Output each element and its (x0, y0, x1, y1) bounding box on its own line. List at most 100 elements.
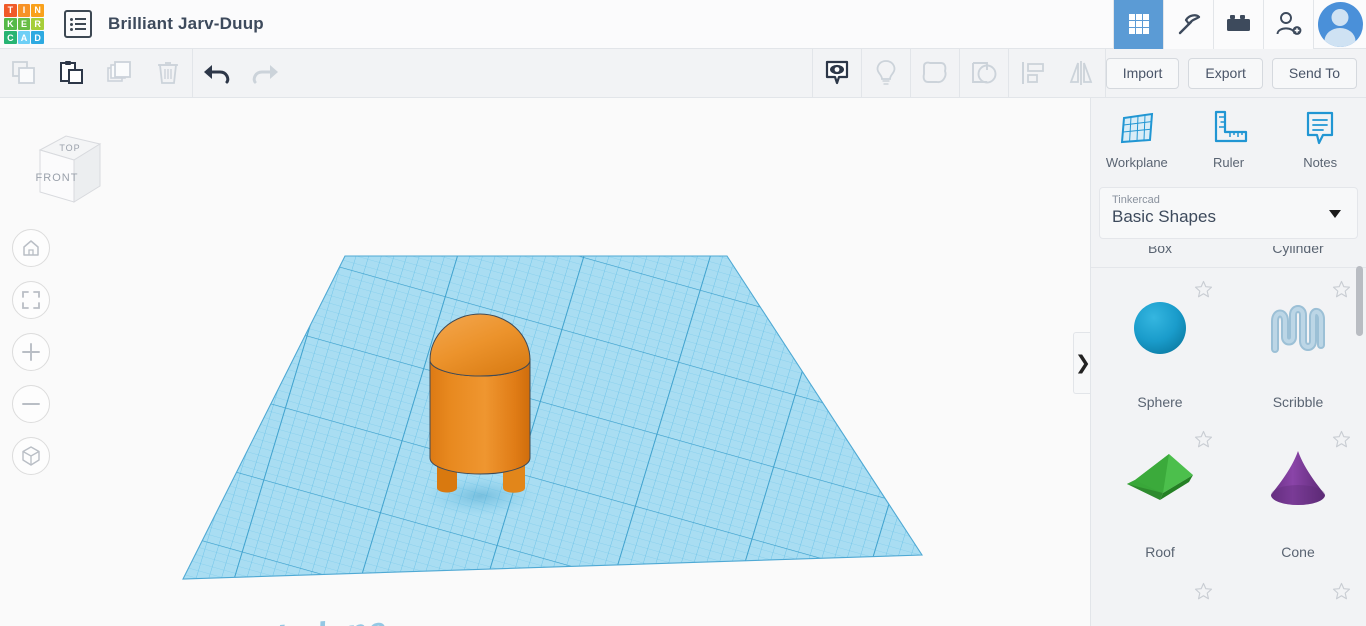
notes-tool-button[interactable]: Notes (1274, 108, 1366, 181)
shape-row: Roof Cone (1091, 418, 1366, 568)
shape-label-sphere: Sphere (1137, 394, 1183, 410)
mirror-button[interactable] (1057, 49, 1105, 98)
edit-toolbar: Import Export Send To (0, 48, 1366, 98)
group-icon (922, 61, 947, 83)
favorite-star-icon[interactable] (1332, 280, 1351, 304)
export-button[interactable]: Export (1188, 57, 1263, 89)
brick-icon-button[interactable] (1213, 0, 1263, 49)
logo-tile-k: K (4, 17, 17, 31)
design-canvas[interactable]: Workplane TOP FRONT (0, 98, 1090, 626)
notes-tool-label: Notes (1303, 155, 1338, 170)
project-list-icon[interactable] (64, 10, 92, 38)
grid-icon-button[interactable] (1113, 0, 1163, 49)
notes-icon (1307, 111, 1334, 145)
shape-grid-previous-row: Box Cylinder (1091, 246, 1366, 268)
history-group (193, 49, 289, 98)
shape-item-cone[interactable]: Cone (1229, 418, 1366, 568)
shape-item-scribble[interactable]: Scribble (1229, 268, 1366, 418)
add-user-icon (1276, 12, 1301, 35)
home-view-button[interactable] (12, 229, 50, 267)
shape-item-partial[interactable] (1229, 568, 1366, 608)
copy-icon (12, 61, 35, 84)
send-to-button[interactable]: Send To (1271, 57, 1357, 89)
perspective-box-icon (22, 446, 40, 466)
shape-label-scribble: Scribble (1272, 394, 1324, 410)
show-hide-button[interactable] (813, 49, 861, 98)
shape-row-partial (1091, 568, 1366, 608)
paste-icon (60, 61, 83, 84)
logo-tile-a: A (17, 31, 31, 44)
avatar (1317, 1, 1363, 47)
shape-library-select[interactable]: Tinkercad Basic Shapes (1099, 187, 1358, 239)
tinkercad-app: T I N K E R C A D Brilliant Jarv-Duup Im… (0, 0, 1366, 626)
page-title: Brilliant Jarv-Duup (108, 14, 264, 33)
shape-item-sphere[interactable]: Sphere (1091, 268, 1229, 418)
avatar-button[interactable] (1313, 0, 1366, 49)
workplane-icon (1120, 112, 1153, 144)
align-button[interactable] (1009, 49, 1057, 98)
viewcube-front-label: FRONT (36, 172, 79, 184)
redo-button[interactable] (241, 49, 289, 98)
logo-tile-e: E (17, 17, 31, 31)
right-panel: Workplane Ruler Notes Tinkercad Basic Sh… (1090, 98, 1366, 626)
import-button[interactable]: Import (1105, 57, 1180, 89)
undo-icon (204, 65, 230, 84)
pickaxe-icon (1178, 14, 1200, 35)
shape-label-roof: Roof (1145, 544, 1175, 560)
tinkercad-logo[interactable]: T I N K E R C A D (4, 4, 44, 44)
workplane-3d-view[interactable] (0, 98, 1090, 626)
lightbulb-icon (876, 60, 896, 85)
group-button[interactable] (911, 49, 959, 98)
panel-tools: Workplane Ruler Notes (1091, 98, 1366, 181)
mirror-icon (1069, 61, 1093, 85)
viewcube-top-label: TOP (59, 143, 80, 153)
shape-name-cylinder: Cylinder (1272, 246, 1324, 256)
favorite-star-icon[interactable] (1332, 430, 1351, 454)
ungroup-button[interactable] (960, 49, 1008, 98)
top-bar-actions (1113, 0, 1366, 49)
zoom-in-icon (22, 343, 40, 361)
favorite-star-icon[interactable] (1194, 430, 1213, 454)
zoom-out-icon (22, 403, 40, 405)
favorite-star-icon[interactable] (1194, 280, 1213, 304)
duplicate-icon (107, 61, 131, 82)
add-user-icon-button[interactable] (1263, 0, 1313, 49)
ruler-tool-button[interactable]: Ruler (1183, 108, 1275, 181)
zoom-in-button[interactable] (12, 333, 50, 371)
shape-label-cone: Cone (1281, 544, 1315, 560)
workplane-tool-label: Workplane (1105, 155, 1168, 170)
redo-icon (252, 65, 278, 84)
shape-panel-scrollbar[interactable] (1356, 266, 1363, 336)
grid-icon (1128, 14, 1149, 34)
logo-tile-r: R (31, 17, 44, 31)
favorite-star-icon[interactable] (1194, 582, 1213, 606)
zoom-out-button[interactable] (12, 385, 50, 423)
hide-others-button[interactable] (862, 49, 910, 98)
copy-button[interactable] (0, 49, 48, 98)
home-icon (23, 240, 39, 256)
undo-button[interactable] (193, 49, 241, 98)
favorite-star-icon[interactable] (1332, 582, 1351, 606)
chevron-down-icon (1329, 210, 1341, 218)
ruler-icon (1214, 110, 1247, 143)
logo-tile-c: C (4, 31, 17, 44)
ungroup-icon (971, 62, 997, 84)
shape-item-roof[interactable]: Roof (1091, 418, 1229, 568)
duplicate-button[interactable] (96, 49, 144, 98)
view-cube[interactable]: TOP FRONT (26, 116, 106, 208)
paste-button[interactable] (48, 49, 96, 98)
logo-tile-i: I (17, 4, 31, 17)
fit-to-view-button[interactable] (12, 281, 50, 319)
brick-icon (1226, 15, 1250, 31)
pickaxe-icon-button[interactable] (1163, 0, 1213, 49)
ortho-perspective-button[interactable] (12, 437, 50, 475)
delete-button[interactable] (144, 49, 192, 98)
fit-to-view-icon (22, 291, 40, 309)
delete-icon (158, 62, 178, 84)
shape-grid[interactable]: Box Cylinder Sphere Scribble Roof Cone (1091, 246, 1366, 626)
ruler-tool-label: Ruler (1212, 155, 1245, 170)
shape-name-box: Box (1147, 246, 1173, 256)
logo-tile-n: N (31, 4, 44, 17)
workplane-tool-button[interactable]: Workplane (1091, 108, 1183, 181)
shape-item-partial[interactable] (1091, 568, 1229, 608)
